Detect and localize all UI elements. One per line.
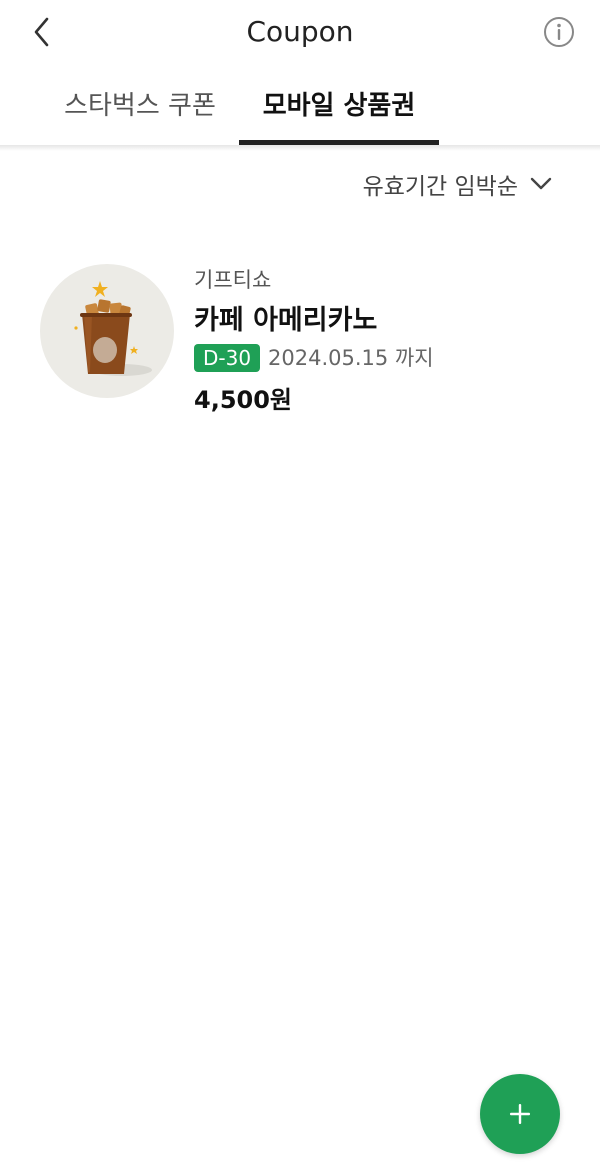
coupon-product-name: 카페 아메리카노: [194, 305, 378, 336]
add-coupon-button[interactable]: [480, 1074, 560, 1154]
coupon-item[interactable]: 기프티쇼 카페 아메리카노 D-30 2024.05.15 까지 4,500원: [40, 262, 560, 422]
chevron-down-icon: [530, 177, 552, 190]
header: Coupon: [0, 0, 600, 66]
tab-bar: 스타벅스 쿠폰 모바일 상품권: [0, 66, 600, 146]
plus-icon: [510, 1104, 530, 1124]
tab-mobile-gift-card[interactable]: 모바일 상품권: [239, 66, 439, 146]
tab-divider: [0, 145, 600, 151]
dday-badge: D-30: [194, 344, 261, 372]
coupon-price: 4,500원: [194, 386, 292, 414]
sort-dropdown[interactable]: 유효기간 임박순: [363, 166, 552, 202]
sort-label: 유효기간 임박순: [362, 174, 518, 200]
iced-coffee-cup-image: [74, 281, 152, 376]
tab-starbucks-coupon[interactable]: 스타벅스 쿠폰: [42, 66, 238, 146]
product-thumbnail: [40, 264, 174, 398]
info-circle-icon: [544, 17, 574, 47]
page-title: Coupon: [246, 15, 354, 48]
info-button[interactable]: [542, 15, 576, 49]
coupon-brand: 기프티쇼: [194, 268, 272, 292]
coupon-expiry-date: 2024.05.15 까지: [268, 346, 434, 370]
